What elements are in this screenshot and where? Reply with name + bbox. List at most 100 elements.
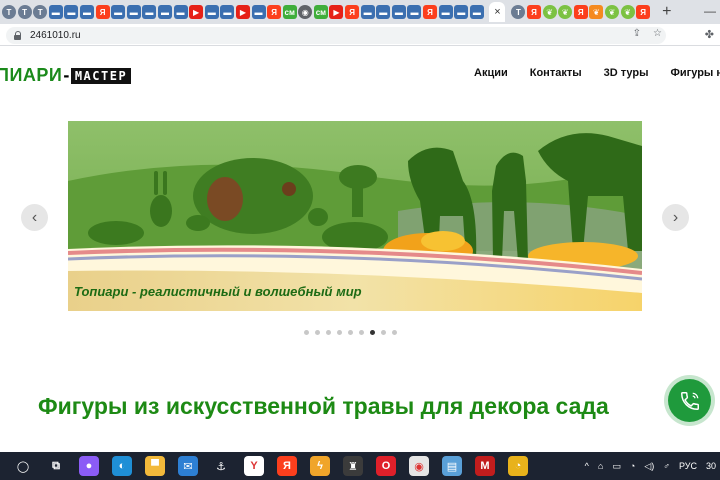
tab-favicon-leaf[interactable]: ❦ (604, 5, 619, 19)
game-icon[interactable]: ♜ (343, 456, 363, 476)
tray-item[interactable]: ⌂ (598, 461, 603, 471)
url-field[interactable]: 2461010.ru (6, 27, 666, 44)
file-explorer-icon[interactable]: ▀ (145, 456, 165, 476)
bookmark-star-icon[interactable]: ☆ (653, 28, 662, 39)
share-icon[interactable]: ⇪ (633, 28, 641, 39)
mail-icon[interactable]: ✉ (178, 456, 198, 476)
nav-link-contacts[interactable]: Контакты (530, 67, 582, 79)
edge-icon[interactable]: ◐ (112, 456, 132, 476)
tab-favicon-yandex[interactable]: Я (527, 5, 541, 19)
tray-item[interactable]: ▭ (612, 461, 621, 472)
tab-favicon-circle[interactable]: T (33, 5, 48, 19)
slider-dot[interactable] (337, 330, 342, 335)
tab-favicon-doc[interactable]: ▬ (64, 5, 79, 19)
alice-icon[interactable]: ● (79, 456, 99, 476)
tray-item[interactable]: 30 (706, 461, 716, 471)
tab-favicon-youtube[interactable]: ▶ (189, 5, 204, 19)
slider-dot[interactable] (304, 330, 309, 335)
tab-list: T T T ▬ ▬ ▬ Я ▬ ▬ ▬ ▬ ▬ ▶ ▬ ▬ ▶ ▬ Ясм ◉ см ▶ Я ▬ ▬ ▬ ▬ Я ▬ ▬ ▬ (2, 5, 485, 19)
task-view-icon[interactable]: ⧉ (46, 456, 66, 476)
tab-list-after: T Я ❦ ❦ Я ❦ ❦ ❦ Я (511, 5, 651, 19)
chrome-icon[interactable]: ◉ (409, 456, 429, 476)
new-tab-button[interactable]: + (658, 3, 676, 21)
tab-favicon-yandex[interactable]: Я (267, 5, 282, 19)
yandex-browser-icon[interactable]: Y (244, 456, 264, 476)
phone-icon (680, 391, 699, 410)
tab-favicon-globe[interactable]: ◉ (298, 5, 313, 19)
tab-favicon-circle[interactable]: T (2, 5, 16, 19)
slider-dot[interactable] (381, 330, 386, 335)
start-icon[interactable]: ◯ (13, 456, 33, 476)
opera-icon[interactable]: O (376, 456, 396, 476)
anchor-icon[interactable]: ⚓ (211, 456, 231, 476)
tab-favicon-circle[interactable]: T (511, 5, 526, 19)
main-nav: Акции Контакты 3D туры Фигуры на (474, 67, 720, 79)
close-tab-icon[interactable]: × (494, 6, 500, 18)
minimize-icon[interactable]: — (704, 4, 716, 18)
tray-item[interactable]: РУС (679, 461, 697, 471)
address-bar: 2461010.ru ⇪ ☆ ✤ (0, 24, 720, 46)
tab-favicon-doc[interactable]: ▬ (360, 5, 375, 19)
tab-favicon-doc[interactable]: ▬ (407, 5, 422, 19)
mcafee-icon[interactable]: M (475, 456, 495, 476)
tab-favicon-yandex[interactable]: Я (423, 5, 438, 19)
lightning-icon[interactable]: ϟ (310, 456, 330, 476)
tab-favicon-sm[interactable]: см (282, 5, 297, 19)
tab-favicon-doc[interactable]: ▬ (48, 5, 63, 19)
tab-favicon-yandex[interactable]: Я (95, 5, 110, 19)
slider-prev-button[interactable]: ‹ (21, 204, 48, 231)
site-logo[interactable]: ПИАРИ - МАСТЕР (0, 65, 132, 86)
tab-favicon-doc[interactable]: ▬ (391, 5, 406, 19)
tab-favicon-doc[interactable]: ▬ (204, 5, 219, 19)
nav-link-promotions[interactable]: Акции (474, 67, 508, 79)
slider-dot[interactable] (315, 330, 320, 335)
active-tab[interactable]: × (489, 2, 506, 22)
tab-favicon-doc[interactable]: ▬ (251, 5, 266, 19)
nav-link-3d-tours[interactable]: 3D туры (604, 67, 649, 79)
tab-favicon-doc[interactable]: ▬ (438, 5, 453, 19)
tab-favicon-doc[interactable]: ▬ (157, 5, 172, 19)
tab-favicon-doc[interactable]: ▬ (126, 5, 141, 19)
tray-item[interactable]: ◁) (644, 461, 654, 472)
tab-favicon-leaf[interactable]: ❦ (589, 5, 604, 19)
tab-favicon-leaf[interactable]: ❦ (558, 5, 573, 19)
notepad-icon[interactable]: ▤ (442, 456, 462, 476)
tab-favicon-yandex[interactable]: Я (636, 5, 651, 19)
tab-favicon-youtube[interactable]: ▶ (329, 5, 344, 19)
tab-favicon-doc[interactable]: ▬ (469, 5, 484, 19)
tab-favicon-doc[interactable]: ▬ (454, 5, 469, 19)
tab-strip: T T T ▬ ▬ ▬ Я ▬ ▬ ▬ ▬ ▬ ▶ ▬ ▬ ▶ ▬ Ясм ◉ см ▶ Я ▬ ▬ ▬ ▬ Я ▬ ▬ ▬ × T Я ❦ ❦… (0, 0, 720, 24)
tab-favicon-doc[interactable]: ▬ (173, 5, 188, 19)
tray-item[interactable]: ◔ (630, 461, 635, 471)
tab-favicon-doc[interactable]: ▬ (142, 5, 157, 19)
tab-favicon-doc[interactable]: ▬ (79, 5, 94, 19)
slider-next-button[interactable]: › (662, 204, 689, 231)
tab-favicon-leaf[interactable]: ❦ (542, 5, 557, 19)
slider-dot[interactable] (392, 330, 397, 335)
slider-dot[interactable] (348, 330, 353, 335)
tab-favicon-circle[interactable]: T (17, 5, 32, 19)
nav-link-figures[interactable]: Фигуры на (671, 67, 720, 79)
tab-favicon-doc[interactable]: ▬ (111, 5, 126, 19)
tab-favicon-doc[interactable]: ▬ (376, 5, 391, 19)
tab-favicon-doc[interactable]: ▬ (220, 5, 235, 19)
extensions-icon[interactable]: ✤ (705, 28, 714, 41)
slider-dot[interactable] (359, 330, 364, 335)
tab-favicon-yandex[interactable]: Я (573, 5, 588, 19)
hero-slide[interactable]: Топиари - реалистичный и волшебный мир (68, 121, 642, 311)
tab-favicon-yandex[interactable]: Я (345, 5, 360, 19)
tab-favicon-youtube[interactable]: ▶ (235, 5, 250, 19)
call-button[interactable] (668, 379, 711, 422)
url-text[interactable]: 2461010.ru (30, 30, 81, 41)
power-icon[interactable]: ◔ (508, 456, 528, 476)
lock-icon[interactable] (14, 31, 22, 40)
yandex-icon[interactable]: Я (277, 456, 297, 476)
system-tray: ^ ⌂ ▭ ◔ ◁) ♂ РУС 30 (585, 452, 720, 480)
slider-dot[interactable] (326, 330, 331, 335)
tray-item[interactable]: ♂ (663, 461, 670, 471)
tab-favicon-leaf[interactable]: ❦ (620, 5, 635, 19)
tray-item[interactable]: ^ (585, 461, 589, 471)
slider-dot[interactable] (370, 330, 375, 335)
tab-favicon-sm[interactable]: см (313, 5, 328, 19)
site-header: ПИАРИ - МАСТЕР Акции Контакты 3D туры Фи… (0, 47, 720, 107)
